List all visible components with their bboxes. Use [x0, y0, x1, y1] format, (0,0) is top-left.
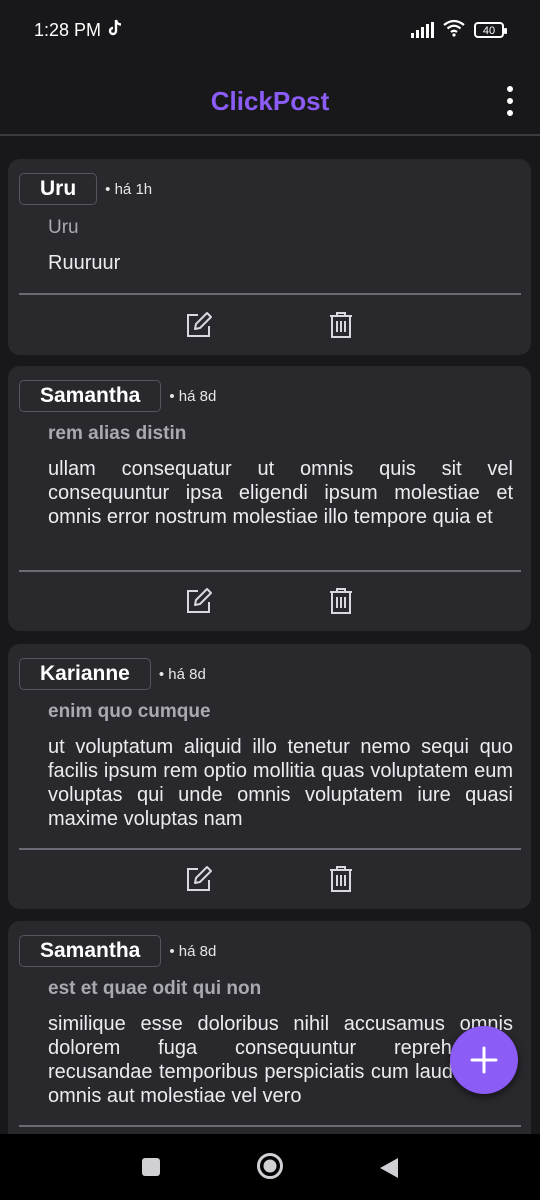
screen: 1:28 PM 40 ClickPost Uru • há 1h Uru Ruu… [0, 0, 540, 1200]
more-vert-icon[interactable] [500, 86, 520, 116]
post-actions [8, 587, 531, 617]
app-bar: ClickPost [0, 60, 540, 136]
system-nav-bar [0, 1134, 540, 1200]
card-divider [19, 848, 521, 850]
post-body: ut voluptatum aliquid illo tenetur nemo … [48, 736, 513, 830]
author-chip[interactable]: Samantha [19, 380, 162, 412]
recents-square-icon[interactable] [141, 1157, 161, 1177]
battery-icon: 40 [474, 22, 507, 38]
post-actions [8, 311, 531, 341]
post-title: est et quae odit qui non [48, 978, 262, 999]
post-title: Uru [48, 217, 79, 238]
author-chip[interactable]: Karianne [19, 658, 151, 690]
author-chip[interactable]: Samantha [19, 935, 162, 967]
tiktok-icon [107, 19, 123, 42]
post-body: Ruuruur [48, 252, 121, 274]
post-header: Karianne • há 8d [19, 658, 206, 690]
post-card: Uru • há 1h Uru Ruuruur [8, 159, 531, 355]
trash-icon[interactable] [327, 311, 355, 339]
app-title: ClickPost [210, 86, 330, 116]
post-card: Samantha • há 8d rem alias distin ullam … [8, 366, 531, 631]
post-title: enim quo cumque [48, 701, 211, 722]
post-feed[interactable]: Uru • há 1h Uru Ruuruur Samantha • há 8d… [0, 138, 540, 1134]
back-triangle-icon[interactable] [378, 1156, 400, 1180]
author-chip[interactable]: Uru [19, 173, 98, 205]
battery-level: 40 [482, 25, 496, 37]
add-post-button[interactable] [450, 1026, 518, 1094]
post-header: Samantha • há 8d [19, 380, 216, 412]
signal-icon [411, 22, 434, 38]
edit-icon[interactable] [185, 587, 213, 615]
post-time: • há 8d [158, 665, 206, 683]
card-divider [19, 570, 521, 572]
plus-icon [470, 1046, 498, 1074]
status-right: 40 [411, 19, 507, 42]
edit-icon[interactable] [185, 311, 213, 339]
post-actions [8, 865, 531, 895]
card-divider [19, 1125, 521, 1127]
status-left: 1:28 PM [34, 19, 123, 42]
home-circle-icon[interactable] [256, 1152, 284, 1180]
post-body: similique esse doloribus nihil accusamus… [48, 1013, 513, 1107]
card-divider [19, 293, 521, 295]
trash-icon[interactable] [327, 865, 355, 893]
edit-icon[interactable] [185, 865, 213, 893]
post-card: Karianne • há 8d enim quo cumque ut volu… [8, 644, 531, 909]
post-time: • há 8d [169, 387, 217, 405]
post-title: rem alias distin [48, 423, 187, 444]
status-time: 1:28 PM [34, 19, 102, 40]
post-time: • há 8d [169, 942, 217, 960]
post-header: Samantha • há 8d [19, 935, 216, 967]
post-time: • há 1h [105, 180, 153, 198]
post-card: Samantha • há 8d est et quae odit qui no… [8, 921, 531, 1134]
status-bar: 1:28 PM 40 [0, 0, 540, 60]
trash-icon[interactable] [327, 587, 355, 615]
post-body: ullam consequatur ut omnis quis sit vel … [48, 458, 513, 528]
wifi-icon [442, 19, 466, 42]
post-header: Uru • há 1h [19, 173, 152, 205]
